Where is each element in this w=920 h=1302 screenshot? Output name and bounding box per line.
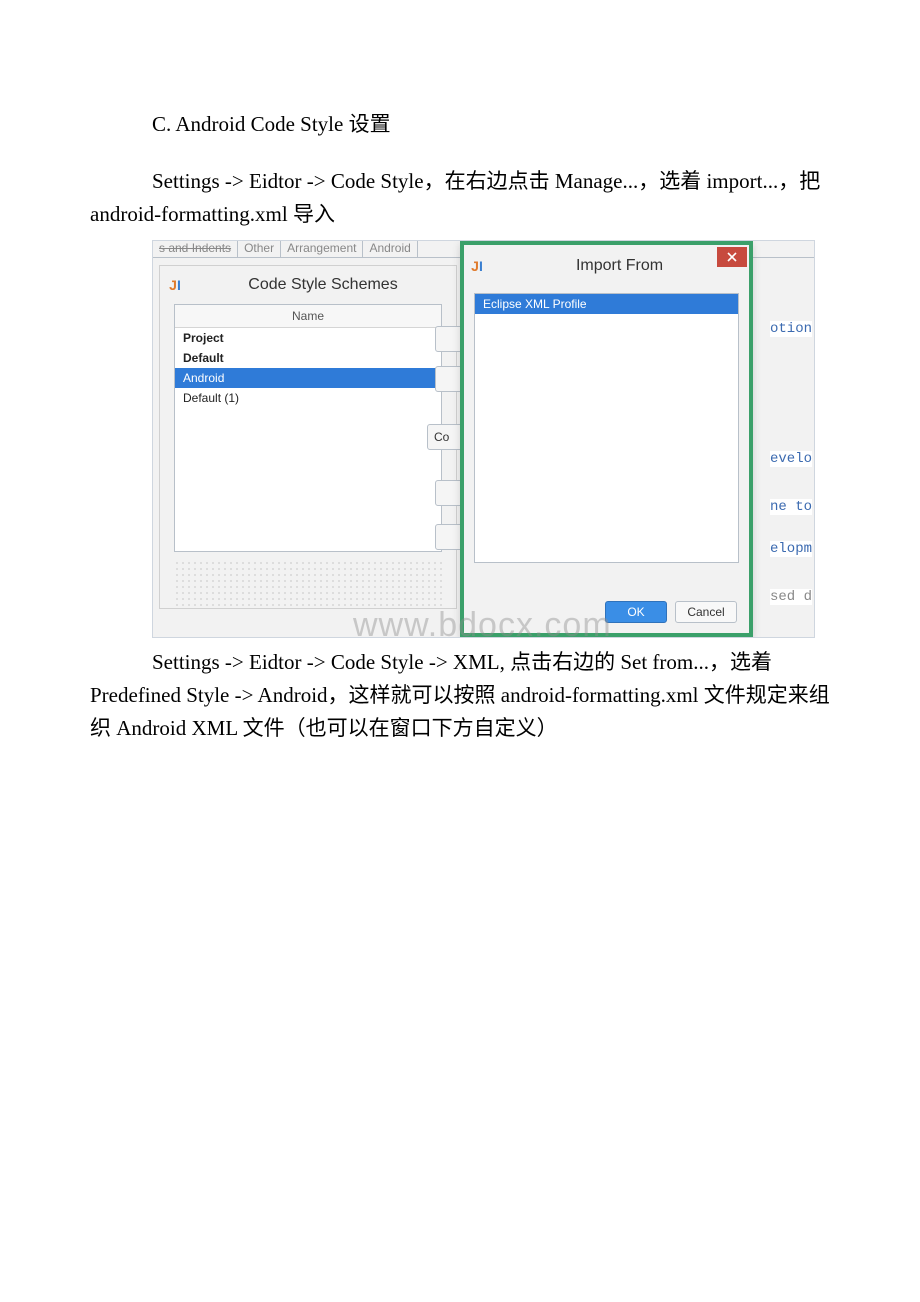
- dialog-title: Code Style Schemes: [190, 276, 456, 294]
- code-fragment: ne to: [770, 499, 812, 515]
- para2-text: Settings -> Eidtor -> Code Style -> XML,…: [90, 650, 830, 739]
- list-header-name: Name: [175, 305, 441, 328]
- code-style-schemes-dialog: JI Code Style Schemes Name Project Defau…: [159, 265, 457, 609]
- cancel-button[interactable]: Cancel: [675, 601, 737, 623]
- import-option-eclipse[interactable]: Eclipse XML Profile: [475, 294, 738, 314]
- ide-logo-icon: JI: [160, 277, 190, 293]
- scheme-row-default1[interactable]: Default (1): [175, 388, 441, 408]
- para1-text: Settings -> Eidtor -> Code Style，在右边点击 M…: [90, 169, 820, 226]
- code-fragment: elopm: [770, 541, 812, 557]
- section-heading: C. Android Code Style 设置: [152, 110, 830, 139]
- ok-button[interactable]: OK: [605, 601, 667, 623]
- tab-arrangement[interactable]: Arrangement: [281, 240, 363, 257]
- dialog-titlebar: JI Import From: [464, 245, 749, 287]
- code-fragment: otion: [770, 321, 812, 337]
- import-from-dialog: JI Import From Eclipse XML Profile OK Ca…: [460, 241, 753, 637]
- close-button[interactable]: [717, 247, 747, 267]
- screenshot-import-code-style: s and Indents Other Arrangement Android …: [152, 240, 815, 638]
- code-fragment: evelo: [770, 451, 812, 467]
- resize-area: [174, 560, 442, 606]
- tab-android[interactable]: Android: [363, 240, 417, 257]
- ide-logo-icon: JI: [464, 258, 490, 274]
- code-fragment: sed d: [770, 589, 812, 605]
- dialog-titlebar: JI Code Style Schemes: [160, 266, 456, 304]
- import-options-list: Eclipse XML Profile: [474, 293, 739, 563]
- instruction-paragraph-2: Settings -> Eidtor -> Code Style -> XML,…: [90, 646, 830, 744]
- scheme-row-android[interactable]: Android: [175, 368, 441, 388]
- scheme-row-default[interactable]: Default: [175, 348, 441, 368]
- tab-other[interactable]: Other: [238, 240, 281, 257]
- instruction-paragraph-1: Settings -> Eidtor -> Code Style，在右边点击 M…: [90, 165, 830, 230]
- dialog-button-row: OK Cancel: [605, 601, 737, 623]
- close-icon: [727, 252, 737, 262]
- tab-fragment[interactable]: s and Indents: [153, 240, 238, 257]
- scheme-row-project[interactable]: Project: [175, 328, 441, 348]
- schemes-list: Name Project Default Android Default (1): [174, 304, 442, 552]
- dialog-title: Import From: [490, 257, 749, 275]
